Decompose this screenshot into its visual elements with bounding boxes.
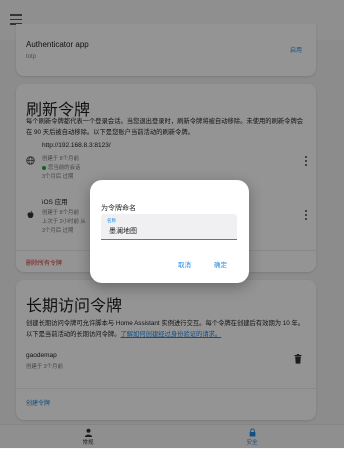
token-name-field[interactable]: 名称 墨澜地图 [101, 214, 237, 240]
name-token-dialog: 为令牌命名 名称 墨澜地图 取消 确定 [90, 180, 249, 283]
token-name-field-label: 名称 [107, 218, 116, 223]
token-name-input[interactable]: 墨澜地图 [109, 226, 137, 236]
cancel-button[interactable]: 取消 [178, 259, 191, 269]
ok-button[interactable]: 确定 [214, 259, 227, 269]
dialog-title: 为令牌命名 [101, 205, 136, 212]
